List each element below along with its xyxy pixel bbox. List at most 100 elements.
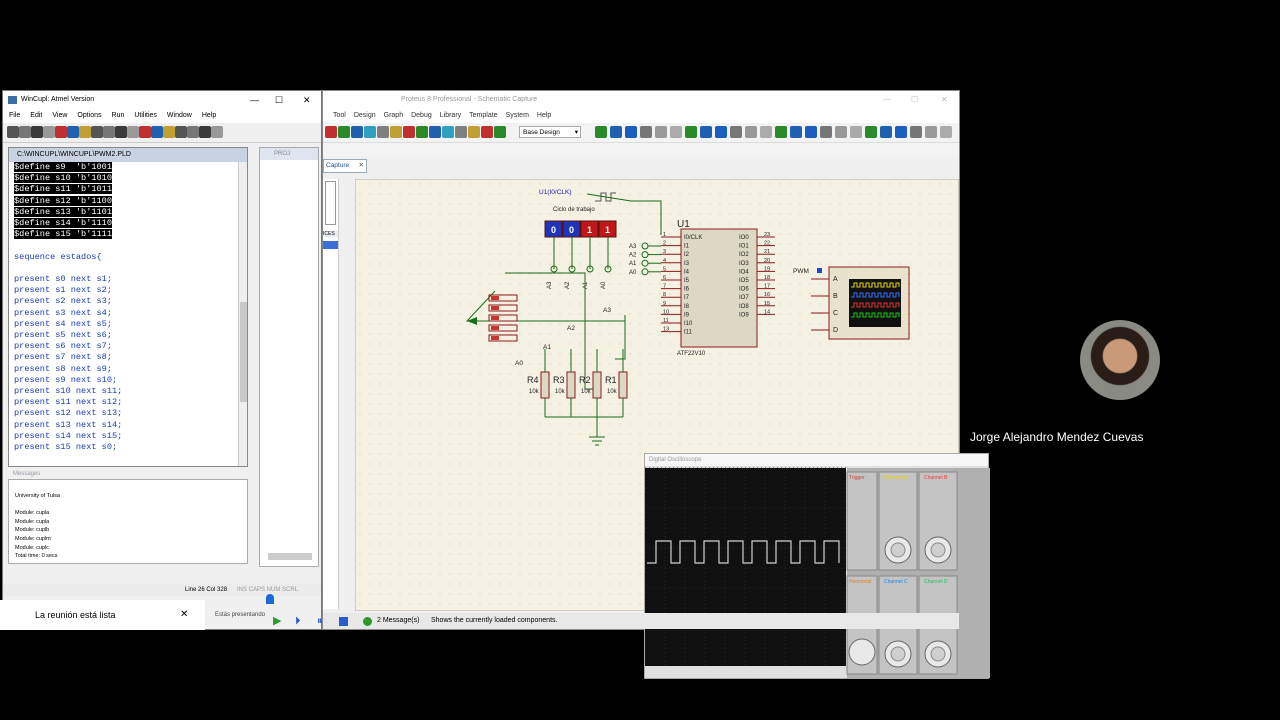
tab-capture[interactable]: Capture ✕ [323,159,367,173]
toolbar-button-icon[interactable] [481,126,493,138]
wincupl-menu-run[interactable]: Run [112,109,125,123]
toolbar-button-icon[interactable] [103,126,115,138]
toolbar-button-icon[interactable] [429,126,441,138]
toolbar-button-icon[interactable] [163,126,175,138]
toolbar-button-icon[interactable] [31,126,43,138]
toolbar-button-icon[interactable] [199,126,211,138]
wincupl-menu-window[interactable]: Window [167,109,192,123]
toolbar-button-icon[interactable] [655,126,667,138]
toolbar-button-icon[interactable] [351,126,363,138]
toolbar-button-icon[interactable] [835,126,847,138]
toolbar-button-icon[interactable] [377,126,389,138]
maximize-icon[interactable]: ☐ [911,91,918,109]
code-text[interactable]: $define s9 'b'1001 $define s10 'b'1010 $de… [9,162,247,453]
toolbar-button-icon[interactable] [79,126,91,138]
wincupl-menu-utilities[interactable]: Utilities [134,109,157,123]
resistor-value: 10k [581,389,592,395]
project-scrollbar[interactable] [268,553,312,560]
toolbar-button-icon[interactable] [442,126,454,138]
toolbar-button-icon[interactable] [820,126,832,138]
pin-number: 1 [663,232,666,238]
code-editor[interactable]: C:\WINCUPL\WINCUPL\PWM2.PLD $define s9 '… [8,147,248,467]
proteus-titlebar[interactable]: Proteus 8 Professional - Schematic Captu… [323,91,959,109]
editor-scrollbar[interactable] [238,162,247,466]
toolbar-button-icon[interactable] [364,126,376,138]
toolbar-button-icon[interactable] [625,126,637,138]
toolbar-button-icon[interactable] [115,126,127,138]
wincupl-titlebar[interactable]: WinCupl: Atmel Version — ☐ ✕ [3,91,321,109]
toolbar-button-icon[interactable] [67,126,79,138]
toolbar-button-icon[interactable] [775,126,787,138]
proteus-menu-debug[interactable]: Debug [411,109,432,123]
toolbar-button-icon[interactable] [43,126,55,138]
toolbar-button-icon[interactable] [7,126,19,138]
toolbar-button-icon[interactable] [175,126,187,138]
proteus-menu-template[interactable]: Template [469,109,497,123]
toolbar-button-icon[interactable] [790,126,802,138]
toolbar-button-icon[interactable] [730,126,742,138]
play-button[interactable]: ▶ [273,613,281,629]
toolbar-button-icon[interactable] [416,126,428,138]
toolbar-button-icon[interactable] [91,126,103,138]
toolbar-button-icon[interactable] [745,126,757,138]
toolbar-button-icon[interactable] [19,126,31,138]
toolbar-button-icon[interactable] [494,126,506,138]
toolbar-button-icon[interactable] [211,126,223,138]
proteus-menu-help[interactable]: Help [537,109,551,123]
proteus-menu-system[interactable]: System [506,109,529,123]
toolbar-button-icon[interactable] [880,126,892,138]
proteus-menu-design[interactable]: Design [354,109,376,123]
toolbar-button-icon[interactable] [640,126,652,138]
close-tab-icon[interactable]: ✕ [359,160,364,172]
toolbar-button-icon[interactable] [403,126,415,138]
maximize-icon[interactable]: ☐ [275,91,283,109]
toolbar-button-icon[interactable] [700,126,712,138]
wincupl-menu-options[interactable]: Options [77,109,101,123]
toolbar-button-icon[interactable] [151,126,163,138]
status-messages[interactable]: 2 Message(s) [377,613,419,629]
wincupl-menu-help[interactable]: Help [202,109,216,123]
toolbar-button-icon[interactable] [940,126,952,138]
close-icon[interactable]: ✕ [941,91,948,109]
toolbar-button-icon[interactable] [390,126,402,138]
proteus-menu-library[interactable]: Library [440,109,461,123]
toolbar-button-icon[interactable] [760,126,772,138]
channel-knob-inner [930,542,946,558]
toolbar-button-icon[interactable] [715,126,727,138]
toolbar-button-icon[interactable] [455,126,467,138]
toolbar-button-icon[interactable] [595,126,607,138]
toolbar-button-icon[interactable] [468,126,480,138]
toolbar-button-icon[interactable] [338,126,350,138]
toolbar-button-icon[interactable] [670,126,682,138]
toolbar-button-icon[interactable] [55,126,67,138]
minimize-icon[interactable]: — [250,91,259,109]
pause-button[interactable]: ⏸ [317,613,323,629]
toolbar-button-icon[interactable] [610,126,622,138]
oscilloscope-window[interactable]: Digital Oscilloscope Channel A Channel BC… [644,453,990,679]
toolbar-button-icon[interactable] [325,126,337,138]
toolbar-button-icon[interactable] [910,126,922,138]
close-icon[interactable]: ✕ [303,91,311,109]
toast-close-icon[interactable]: ✕ [180,600,188,630]
design-select[interactable]: Base Design ▾ [519,126,581,138]
toolbar-button-icon[interactable] [925,126,937,138]
toolbar-button-icon[interactable] [865,126,877,138]
toolbar-button-icon[interactable] [850,126,862,138]
schematic-canvas[interactable]: U1(I0/CLK) Ciclo de trabajo 0 A3 0 A2 1 A1 1 A0 U1… [354,178,990,679]
wincupl-menu-file[interactable]: File [9,109,20,123]
pin-terminal [641,251,649,259]
proteus-menu-tool[interactable]: Tool [333,109,346,123]
step-button[interactable]: ⏵ [295,613,301,629]
minimize-icon[interactable]: — [883,91,891,109]
stop-button[interactable] [339,617,348,626]
toolbar-button-icon[interactable] [187,126,199,138]
toolbar-button-icon[interactable] [685,126,697,138]
toolbar-button-icon[interactable] [805,126,817,138]
participant-icon[interactable] [266,594,274,604]
wincupl-menu-view[interactable]: View [52,109,67,123]
toolbar-button-icon[interactable] [895,126,907,138]
toolbar-button-icon[interactable] [127,126,139,138]
wincupl-menu-edit[interactable]: Edit [30,109,42,123]
proteus-menu-graph[interactable]: Graph [384,109,403,123]
toolbar-button-icon[interactable] [139,126,151,138]
